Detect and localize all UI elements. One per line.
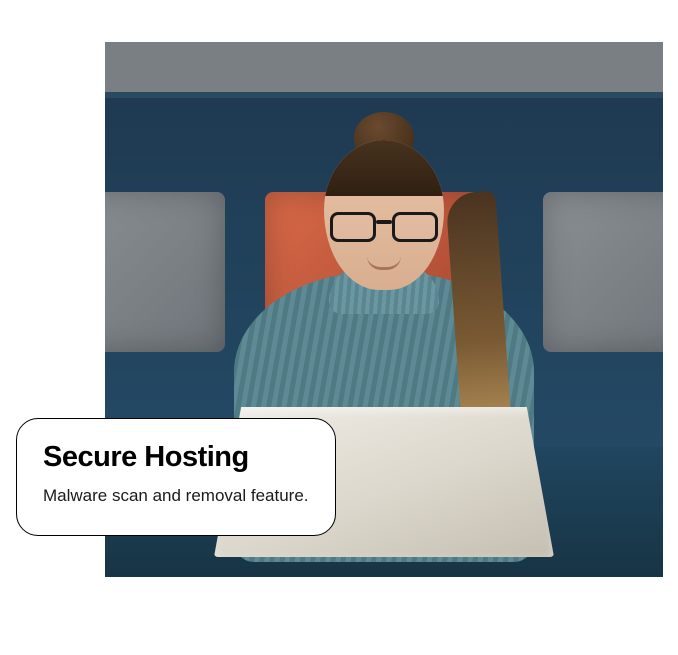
- hair-top: [324, 140, 444, 196]
- feature-card: Secure Hosting Malware scan and removal …: [16, 418, 336, 536]
- pillow-grey-right: [543, 192, 663, 352]
- feature-title: Secure Hosting: [43, 441, 309, 474]
- head: [324, 140, 444, 290]
- feature-description: Malware scan and removal feature.: [43, 484, 309, 509]
- pillow-grey-left: [105, 192, 225, 352]
- glasses-bridge: [376, 220, 392, 224]
- lens-left: [330, 212, 376, 242]
- glasses-icon: [330, 212, 438, 246]
- smile: [367, 256, 401, 270]
- lens-right: [392, 212, 438, 242]
